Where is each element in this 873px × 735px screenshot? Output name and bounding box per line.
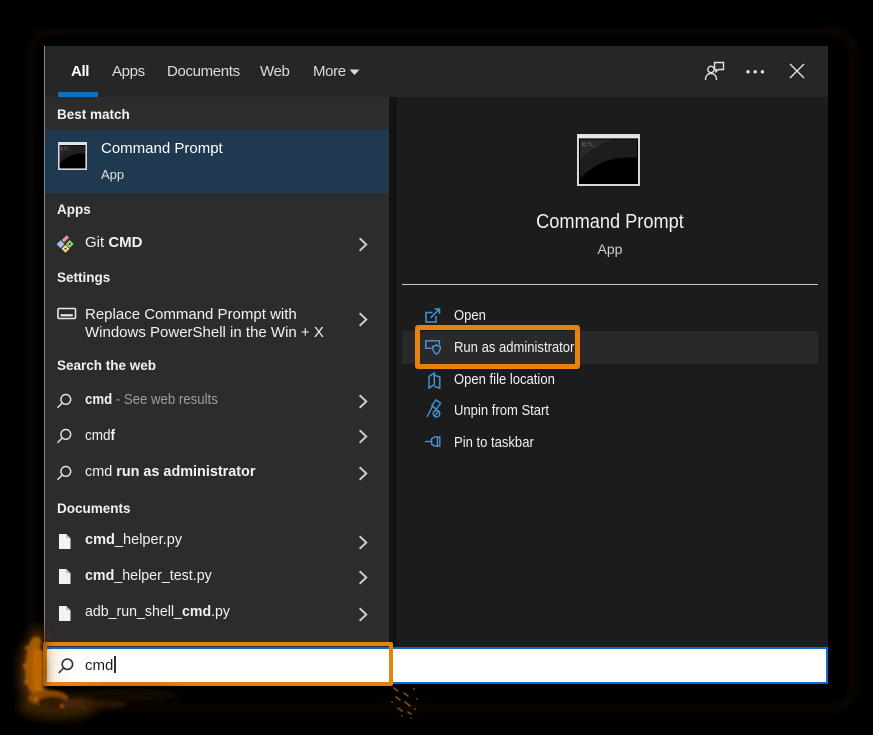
svg-text:C:\_: C:\_ xyxy=(582,141,596,148)
svg-text:C:\_: C:\_ xyxy=(61,147,72,152)
